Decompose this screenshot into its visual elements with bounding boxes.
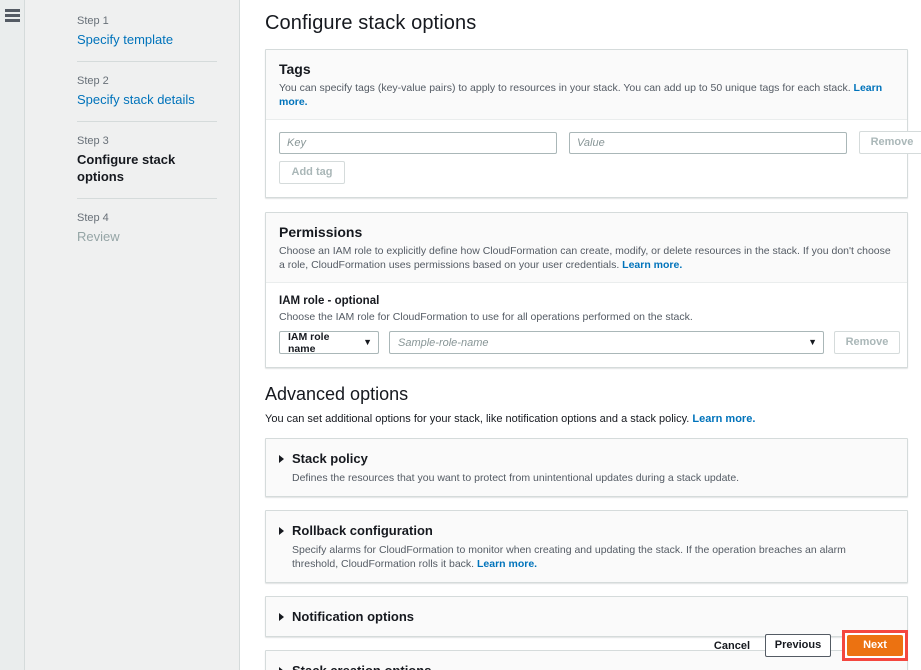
permissions-description-text: Choose an IAM role to explicitly define …	[279, 245, 891, 271]
main-content: Configure stack options Tags You can spe…	[240, 0, 921, 670]
iam-role-field-description: Choose the IAM role for CloudFormation t…	[279, 310, 894, 324]
next-button[interactable]: Next	[847, 635, 903, 656]
iam-role-row: IAM role name ▼ Sample-role-name ▼ Remov…	[279, 331, 894, 354]
stack-policy-title: Stack policy	[292, 450, 368, 467]
advanced-options-description: You can set additional options for your …	[265, 412, 908, 427]
tags-card-body: Remove Add tag	[266, 120, 907, 197]
add-tag-button[interactable]: Add tag	[279, 161, 345, 184]
iam-role-field-label: IAM role - optional	[279, 294, 894, 309]
configure-stack-options-page: Step 1 Specify template Step 2 Specify s…	[0, 0, 921, 670]
permissions-card: Permissions Choose an IAM role to explic…	[265, 212, 908, 368]
tag-row: Remove	[279, 131, 894, 154]
hamburger-bar	[5, 19, 20, 22]
step-number: Step 4	[77, 211, 217, 228]
iam-role-type-select[interactable]: IAM role name ▼	[279, 331, 379, 354]
rollback-configuration-title: Rollback configuration	[292, 522, 433, 539]
permissions-card-header: Permissions Choose an IAM role to explic…	[266, 213, 907, 283]
iam-role-type-value: IAM role name	[288, 331, 359, 355]
step-divider	[77, 121, 217, 122]
iam-role-name-placeholder: Sample-role-name	[398, 337, 488, 349]
chevron-right-icon	[279, 613, 284, 621]
remove-tag-button[interactable]: Remove	[859, 131, 921, 154]
permissions-title: Permissions	[279, 223, 894, 241]
iam-role-name-select[interactable]: Sample-role-name ▼	[389, 331, 824, 354]
tag-key-input[interactable]	[279, 132, 557, 154]
next-button-highlight: Next	[842, 630, 908, 661]
tags-title: Tags	[279, 60, 894, 78]
chevron-right-icon	[279, 527, 284, 535]
rollback-configuration-header[interactable]: Rollback configuration	[279, 522, 894, 539]
step-label-configure-stack-options: Configure stack options	[77, 151, 217, 185]
hamburger-bar	[5, 9, 20, 12]
rollback-configuration-section[interactable]: Rollback configuration Specify alarms fo…	[265, 510, 908, 583]
tags-card-header: Tags You can specify tags (key-value pai…	[266, 50, 907, 120]
stack-policy-section[interactable]: Stack policy Defines the resources that …	[265, 438, 908, 497]
step-number: Step 2	[77, 74, 217, 91]
left-rail	[0, 0, 25, 670]
advanced-options-learn-more-link[interactable]: Learn more.	[692, 413, 755, 425]
tag-value-input[interactable]	[569, 132, 847, 154]
permissions-description: Choose an IAM role to explicitly define …	[279, 244, 894, 272]
previous-button[interactable]: Previous	[765, 634, 831, 657]
tags-description-text: You can specify tags (key-value pairs) t…	[279, 82, 854, 94]
step-number: Step 3	[77, 134, 217, 151]
chevron-right-icon	[279, 455, 284, 463]
add-tag-wrapper: Add tag	[279, 161, 894, 184]
rollback-configuration-description-text: Specify alarms for CloudFormation to mon…	[292, 544, 846, 570]
wizard-sidebar: Step 1 Specify template Step 2 Specify s…	[25, 0, 240, 670]
cancel-button[interactable]: Cancel	[710, 634, 754, 657]
chevron-down-icon: ▼	[804, 338, 817, 347]
notification-options-title: Notification options	[292, 608, 414, 625]
advanced-options-description-text: You can set additional options for your …	[265, 413, 692, 425]
notification-options-header[interactable]: Notification options	[279, 608, 894, 625]
permissions-learn-more-link[interactable]: Learn more.	[622, 259, 682, 271]
sidebar-step-3: Step 3 Configure stack options	[25, 134, 239, 185]
hamburger-menu-icon[interactable]	[5, 9, 20, 22]
stack-policy-header[interactable]: Stack policy	[279, 450, 894, 467]
sidebar-step-2[interactable]: Step 2 Specify stack details	[25, 74, 239, 108]
sidebar-step-4: Step 4 Review	[25, 211, 239, 245]
step-label-specify-stack-details[interactable]: Specify stack details	[77, 91, 217, 108]
stack-policy-description: Defines the resources that you want to p…	[292, 471, 894, 485]
page-title: Configure stack options	[265, 10, 908, 36]
advanced-options-title: Advanced options	[265, 382, 908, 406]
chevron-right-icon	[279, 667, 284, 670]
wizard-footer: Cancel Previous Next	[710, 630, 908, 661]
step-label-specify-template[interactable]: Specify template	[77, 31, 217, 48]
hamburger-bar	[5, 14, 20, 17]
tags-card: Tags You can specify tags (key-value pai…	[265, 49, 908, 198]
rollback-configuration-learn-more-link[interactable]: Learn more.	[477, 558, 537, 570]
step-label-review: Review	[77, 228, 217, 245]
remove-iam-role-button[interactable]: Remove	[834, 331, 900, 354]
stack-creation-options-title: Stack creation options	[292, 662, 431, 670]
chevron-down-icon: ▼	[359, 338, 372, 347]
step-divider	[77, 61, 217, 62]
tags-description: You can specify tags (key-value pairs) t…	[279, 81, 894, 109]
stack-creation-options-header[interactable]: Stack creation options	[279, 662, 894, 670]
permissions-card-body: IAM role - optional Choose the IAM role …	[266, 283, 907, 367]
step-divider	[77, 198, 217, 199]
sidebar-step-1[interactable]: Step 1 Specify template	[25, 14, 239, 48]
rollback-configuration-description: Specify alarms for CloudFormation to mon…	[292, 543, 894, 571]
step-number: Step 1	[77, 14, 217, 31]
